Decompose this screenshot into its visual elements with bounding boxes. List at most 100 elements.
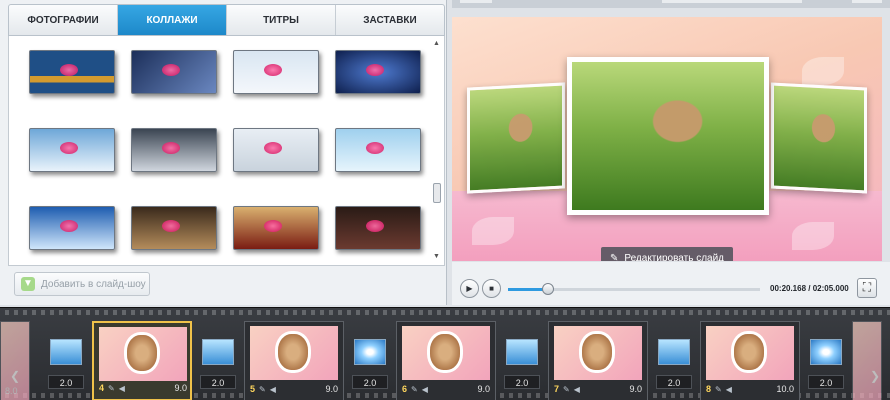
slide-duration: 9.0: [629, 384, 642, 394]
collage-thumbnail[interactable]: [131, 206, 217, 250]
slide-number: 5: [250, 384, 256, 394]
transition-duration: 2.0: [656, 375, 692, 389]
pencil-icon: ✎: [609, 252, 619, 262]
collage-thumbnail[interactable]: [335, 128, 421, 172]
transition-icon: [354, 339, 386, 365]
pencil-icon[interactable]: ✎: [411, 385, 418, 394]
timeline-slide[interactable]: 6 ✎ ◀ 9.0: [396, 321, 496, 400]
preview-toolbar-strip: [452, 0, 890, 8]
preview-photo-right: [771, 82, 867, 194]
slide-duration: 9.0: [325, 384, 338, 394]
scroll-left-icon[interactable]: ❮: [10, 369, 20, 383]
transition-duration: 2.0: [504, 375, 540, 389]
tab-titles[interactable]: ТИТРЫ: [227, 5, 336, 35]
transition-item[interactable]: 2.0: [352, 339, 388, 389]
sound-icon[interactable]: ◀: [119, 384, 125, 393]
slide-info-bar: 5 ✎ ◀ 9.0: [250, 382, 338, 396]
play-button[interactable]: ▶: [460, 279, 479, 298]
collage-thumbnail[interactable]: [29, 128, 115, 172]
transition-icon: [50, 339, 82, 365]
slide-duration: 9.0: [174, 383, 187, 393]
play-icon: ▶: [466, 284, 473, 293]
stop-icon: ■: [489, 284, 494, 293]
tab-photos[interactable]: ФОТОГРАФИИ: [9, 5, 118, 35]
collage-thumbnail[interactable]: [335, 50, 421, 94]
film-perforation-top: [0, 310, 890, 315]
scrollbar-thumb[interactable]: [433, 183, 441, 203]
preview-photo-left: [467, 82, 565, 194]
transition-duration: 2.0: [352, 375, 388, 389]
transition-icon: [202, 339, 234, 365]
slide-number: 4: [99, 383, 105, 393]
slide-thumbnail: [554, 326, 642, 380]
transition-icon: [506, 339, 538, 365]
slide-number: 6: [402, 384, 408, 394]
pencil-icon[interactable]: ✎: [715, 385, 722, 394]
collage-thumbnails: [23, 46, 423, 256]
slide-edge-duration: 8.0: [5, 386, 18, 396]
pencil-icon[interactable]: ✎: [259, 385, 266, 394]
slide-info-bar: 6 ✎ ◀ 9.0: [402, 382, 490, 396]
slide-thumbnail: [99, 327, 187, 381]
slide-info-bar: 4 ✎ ◀ 9.0: [99, 381, 187, 395]
slide-edge-left[interactable]: 8.0: [0, 321, 30, 400]
collage-gallery: ▲ ▼: [8, 36, 445, 266]
slide-number: 8: [706, 384, 712, 394]
leaf-decoration: [792, 222, 834, 250]
add-to-slideshow-button[interactable]: ▼ Добавить в слайд-шоу: [14, 272, 150, 296]
tab-intros[interactable]: ЗАСТАВКИ: [336, 5, 444, 35]
playback-controls: ▶ ■ 00:20.168 / 02:05.000 ⛶: [452, 262, 890, 305]
slide-edge-right[interactable]: [852, 321, 882, 400]
slide-preview: ✎ Редактировать слайд: [452, 17, 882, 261]
fullscreen-icon: ⛶: [862, 280, 872, 294]
transition-duration: 2.0: [200, 375, 236, 389]
scroll-up-icon[interactable]: ▲: [433, 40, 440, 47]
library-tabs: ФОТОГРАФИИ КОЛЛАЖИ ТИТРЫ ЗАСТАВКИ: [8, 4, 445, 36]
transition-item[interactable]: 2.0: [200, 339, 236, 389]
leaf-decoration: [802, 57, 844, 85]
preview-photo-main: [567, 57, 769, 215]
transition-duration: 2.0: [48, 375, 84, 389]
collage-thumbnail[interactable]: [29, 206, 115, 250]
playback-slider-knob[interactable]: [542, 283, 555, 295]
timeline-slide[interactable]: 4 ✎ ◀ 9.0: [92, 321, 192, 400]
scroll-down-icon[interactable]: ▼: [433, 253, 440, 260]
transition-item[interactable]: 2.0: [808, 339, 844, 389]
transition-item[interactable]: 2.0: [656, 339, 692, 389]
sound-icon[interactable]: ◀: [726, 385, 732, 394]
collage-thumbnail[interactable]: [29, 50, 115, 94]
sound-icon[interactable]: ◀: [574, 385, 580, 394]
transition-item[interactable]: 2.0: [504, 339, 540, 389]
collage-thumbnail[interactable]: [335, 206, 421, 250]
pencil-icon[interactable]: ✎: [108, 384, 115, 393]
collage-thumbnail[interactable]: [233, 206, 319, 250]
timeline-slide[interactable]: 8 ✎ ◀ 10.0: [700, 321, 800, 400]
gallery-scrollbar[interactable]: ▲ ▼: [432, 40, 442, 260]
sound-icon[interactable]: ◀: [422, 385, 428, 394]
slide-thumbnail: [250, 326, 338, 380]
slide-duration: 10.0: [776, 384, 794, 394]
sound-icon[interactable]: ◀: [270, 385, 276, 394]
transition-item[interactable]: 2.0: [48, 339, 84, 389]
slide-thumbnail: [706, 326, 794, 380]
playback-slider[interactable]: [508, 283, 760, 295]
pencil-icon[interactable]: ✎: [563, 385, 570, 394]
collage-thumbnail[interactable]: [233, 50, 319, 94]
slide-thumbnail: [402, 326, 490, 380]
time-display: 00:20.168 / 02:05.000: [770, 284, 849, 293]
edit-slide-label: Редактировать слайд: [624, 252, 725, 262]
stop-button[interactable]: ■: [482, 279, 501, 298]
leaf-decoration: [472, 217, 514, 245]
timeline-slide[interactable]: 7 ✎ ◀ 9.0: [548, 321, 648, 400]
collage-thumbnail[interactable]: [131, 50, 217, 94]
collage-thumbnail[interactable]: [233, 128, 319, 172]
fullscreen-button[interactable]: ⛶: [857, 278, 877, 298]
slide-number: 7: [554, 384, 560, 394]
scroll-right-icon[interactable]: ❯: [870, 369, 880, 383]
tab-collages[interactable]: КОЛЛАЖИ: [118, 5, 227, 35]
transition-duration: 2.0: [808, 375, 844, 389]
edit-slide-button[interactable]: ✎ Редактировать слайд: [601, 247, 733, 261]
collage-thumbnail[interactable]: [131, 128, 217, 172]
add-to-slideshow-label: Добавить в слайд-шоу: [41, 278, 146, 290]
timeline-slide[interactable]: 5 ✎ ◀ 9.0: [244, 321, 344, 400]
